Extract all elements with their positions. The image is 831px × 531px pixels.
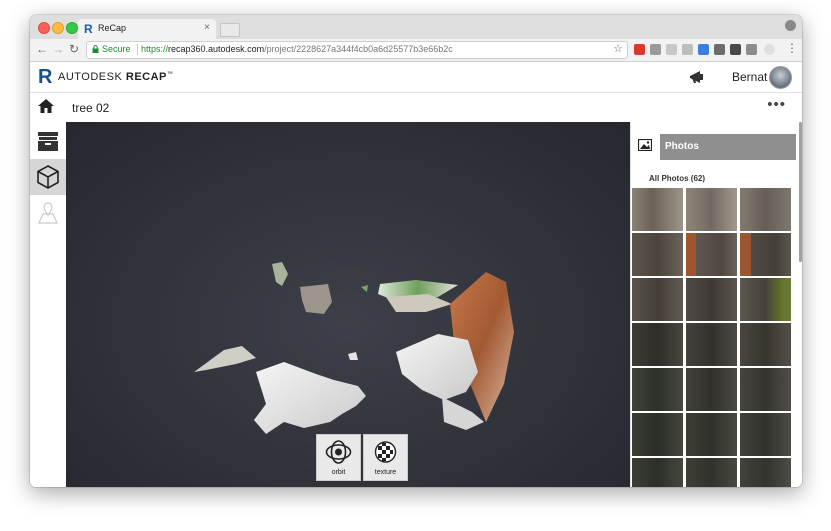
extension-icon-2[interactable] — [650, 44, 661, 55]
photo-thumbnail[interactable] — [686, 233, 737, 276]
reload-icon[interactable]: ↻ — [69, 42, 79, 56]
megaphone-icon[interactable] — [689, 69, 707, 85]
url-scheme: https:// — [141, 44, 169, 54]
photo-thumbnail[interactable] — [632, 233, 683, 276]
more-options-icon[interactable]: ••• — [767, 96, 786, 113]
browser-menu-icon[interactable]: ⋮ — [786, 41, 798, 55]
project-bar: tree 02 ••• — [30, 93, 802, 123]
orbit-button[interactable]: orbit — [316, 434, 361, 481]
address-bar[interactable]: Secure https://recap360.autodesk.com/pro… — [86, 41, 628, 59]
panel-scrollbar[interactable] — [799, 122, 802, 262]
mesh-fragment — [348, 352, 358, 360]
url-text: https://recap360.autodesk.com/project/22… — [141, 44, 453, 54]
lock-icon — [92, 45, 99, 53]
tab-title: ReCap — [98, 23, 127, 33]
texture-label: texture — [374, 469, 397, 476]
product-name: RECAP — [125, 71, 167, 83]
maximize-window-button[interactable] — [66, 22, 78, 34]
orbit-icon — [325, 440, 352, 464]
username[interactable]: Bernat — [732, 70, 767, 84]
archive-box-icon — [38, 132, 58, 151]
mesh-fragment — [300, 284, 332, 314]
photos-panel: Photos All Photos (62) — [630, 122, 802, 487]
browser-window: R ReCap × ← → ↻ Secure https://recap360.… — [30, 15, 802, 487]
left-sidebar — [30, 122, 67, 487]
cube-icon — [37, 165, 59, 189]
3d-viewer[interactable]: orbit texture — [66, 122, 630, 487]
project-title: tree 02 — [72, 101, 110, 115]
photos-title: Photos — [665, 141, 699, 152]
minimize-window-button[interactable] — [52, 22, 64, 34]
mesh-fragment — [272, 262, 288, 286]
photo-thumbnail[interactable] — [686, 188, 737, 231]
new-tab-button[interactable] — [220, 23, 240, 37]
secure-label: Secure — [102, 44, 131, 54]
texture-button[interactable]: texture — [363, 434, 408, 481]
photo-thumbnail[interactable] — [632, 278, 683, 321]
extension-icon-7[interactable] — [730, 44, 741, 55]
tab-close-icon[interactable]: × — [204, 22, 210, 33]
photo-thumbnail[interactable] — [632, 323, 683, 366]
photo-thumbnail[interactable] — [686, 368, 737, 411]
home-icon[interactable] — [38, 99, 54, 113]
extension-icon-6[interactable] — [714, 44, 725, 55]
sidebar-item-map[interactable] — [30, 195, 66, 231]
extension-icon-4[interactable] — [682, 44, 693, 55]
photo-thumbnail[interactable] — [740, 458, 791, 487]
url-host: recap360.autodesk.com — [168, 44, 265, 54]
photo-thumbnail[interactable] — [686, 458, 737, 487]
bookmark-star-icon[interactable]: ☆ — [613, 42, 623, 55]
url-path: /project/2228627a344f4cb0a6d25577b3e66b2… — [264, 44, 453, 54]
photo-thumbnail[interactable] — [632, 458, 683, 487]
orbit-label: orbit — [331, 469, 346, 476]
recap-favicon-icon: R — [84, 22, 93, 36]
photo-thumbnail[interactable] — [740, 413, 791, 456]
sidebar-item-data[interactable] — [30, 122, 66, 158]
close-window-button[interactable] — [38, 22, 50, 34]
photo-thumbnail[interactable] — [686, 413, 737, 456]
photo-thumbnail[interactable] — [740, 188, 791, 231]
browser-profile-icon[interactable] — [785, 20, 796, 31]
photo-thumbnail[interactable] — [632, 188, 683, 231]
photo-thumbnail[interactable] — [686, 323, 737, 366]
image-icon[interactable] — [638, 139, 652, 151]
mesh-fragment — [396, 334, 478, 400]
photo-thumbnail[interactable] — [740, 368, 791, 411]
browser-tab[interactable]: R ReCap × — [78, 19, 216, 39]
trademark: ™ — [166, 71, 174, 78]
photo-thumbnail[interactable] — [632, 368, 683, 411]
photo-thumbnail[interactable] — [740, 233, 791, 276]
mesh-fragment — [386, 294, 452, 312]
extension-icon-8[interactable] — [746, 44, 757, 55]
all-photos-label[interactable]: All Photos (62) — [649, 174, 705, 183]
photo-thumbnail[interactable] — [740, 323, 791, 366]
extension-icon-1[interactable] — [634, 44, 645, 55]
app-header: R AUTODESK RECAP™ Bernat — [30, 62, 802, 93]
browser-toolbar: ← → ↻ Secure https://recap360.autodesk.c… — [30, 39, 802, 62]
photos-header[interactable]: Photos — [660, 134, 796, 160]
mesh-fragment — [361, 285, 368, 292]
brand-name: AUTODESK — [58, 71, 123, 83]
tab-strip: R ReCap × — [30, 15, 802, 39]
extension-icon-9[interactable] — [764, 44, 775, 55]
photo-thumbnail[interactable] — [686, 278, 737, 321]
texture-icon — [374, 441, 397, 463]
forward-arrow-icon[interactable]: → — [52, 42, 64, 56]
point-cloud-model — [194, 262, 514, 434]
avatar[interactable] — [769, 66, 792, 89]
url-separator — [137, 44, 138, 55]
extension-icon-5[interactable] — [698, 44, 709, 55]
mesh-fragment — [194, 346, 256, 372]
sidebar-item-3d-view[interactable] — [30, 159, 66, 195]
extension-icon-3[interactable] — [666, 44, 677, 55]
recap-logo-icon[interactable]: R — [38, 66, 52, 88]
mesh-fragment — [254, 362, 366, 434]
back-arrow-icon[interactable]: ← — [36, 42, 48, 56]
map-pin-icon — [38, 202, 58, 224]
photo-thumbnail[interactable] — [632, 413, 683, 456]
photo-thumbnail[interactable] — [740, 278, 791, 321]
brand-wordmark: AUTODESK RECAP™ — [58, 71, 173, 83]
